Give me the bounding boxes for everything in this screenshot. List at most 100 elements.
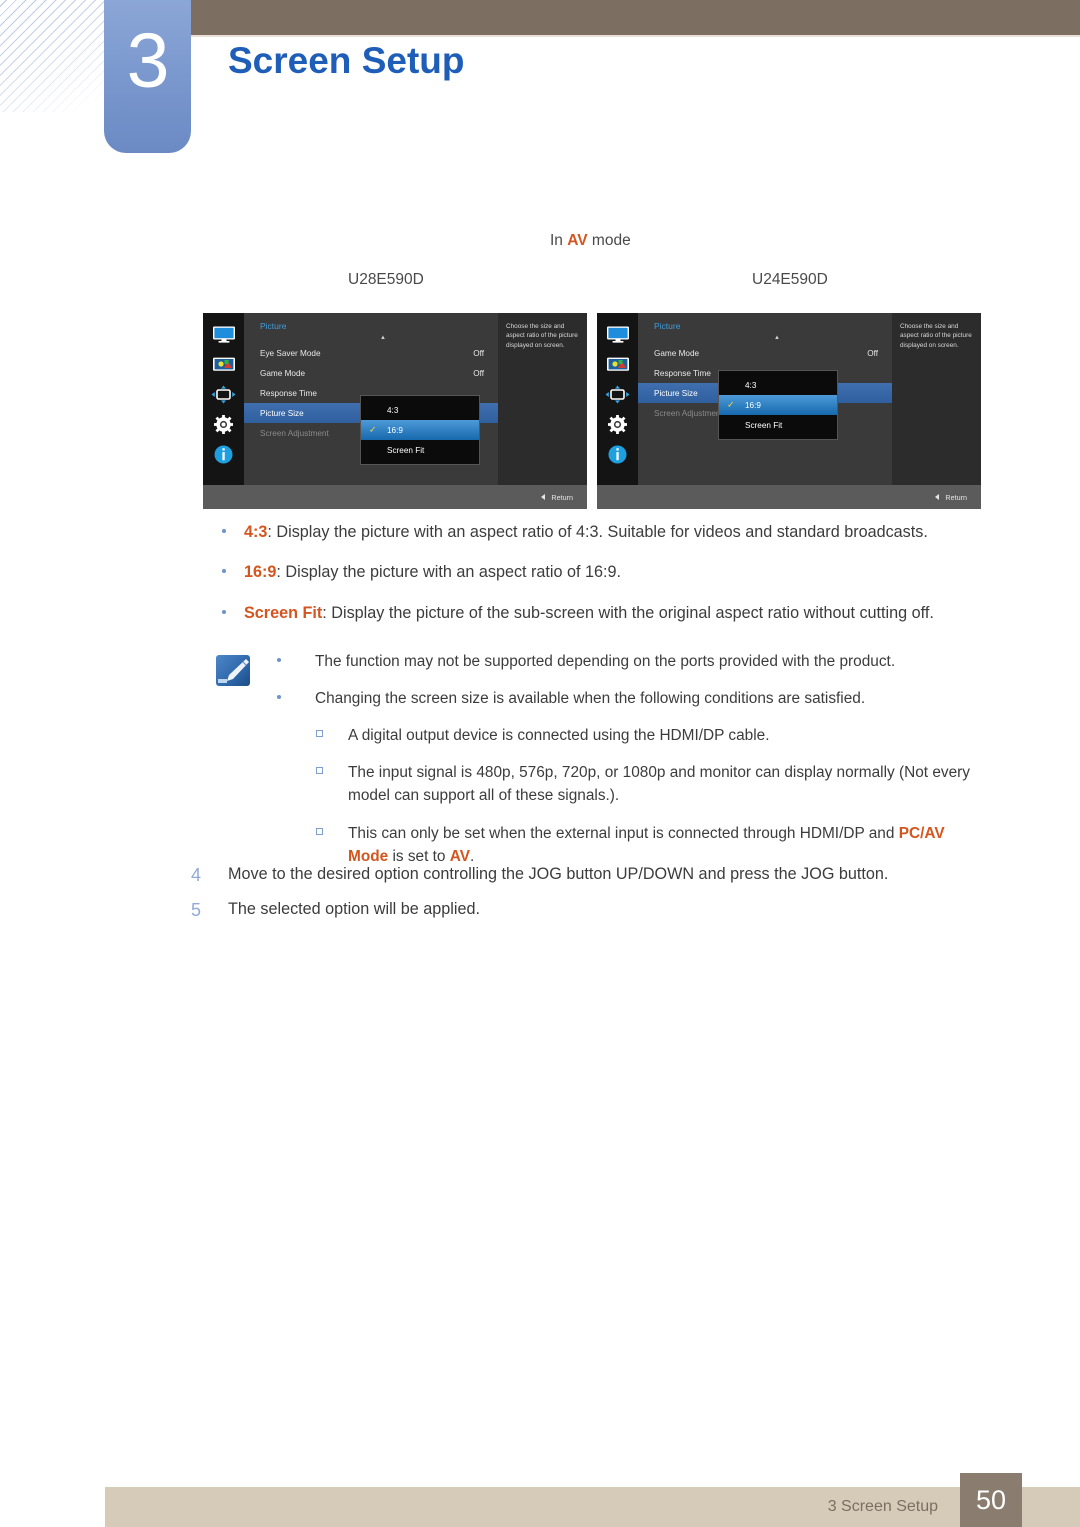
bullet-square-icon — [316, 827, 323, 835]
osd-popup-label: 4:3 — [745, 380, 757, 390]
osd-item-label: Game Mode — [260, 368, 306, 378]
information-icon[interactable] — [211, 445, 237, 464]
osd-popup-option-4-3[interactable]: 4:3 — [719, 375, 837, 395]
note-sub-item: This can only be set when the external i… — [0, 822, 1080, 868]
model-label-left: U28E590D — [348, 271, 424, 288]
osd-item-label: Response Time — [260, 388, 317, 398]
osd-footer: Return — [597, 485, 981, 509]
osd-popup-label: 4:3 — [387, 405, 399, 415]
picture-icon[interactable] — [605, 355, 631, 374]
osd-screenshot-right: Picture ▲ Game Mode Off Response Time Pi… — [597, 313, 981, 509]
document-page: 3 Screen Setup In AV mode U28E590D U24E5… — [0, 0, 1080, 1527]
osd-item-label: Picture Size — [654, 388, 698, 398]
checkmark-icon: ✓ — [727, 399, 735, 410]
list-item: Screen Fit: Display the picture of the s… — [0, 601, 1080, 625]
osd-footer: Return — [203, 485, 587, 509]
information-icon[interactable] — [605, 445, 631, 464]
bullet-dot-icon — [222, 609, 226, 614]
step-text: Move to the desired option controlling t… — [228, 865, 889, 883]
note-item: Changing the screen size is available wh… — [0, 687, 1080, 710]
step-number: 4 — [191, 865, 202, 885]
osd-popup-option-screen-fit[interactable]: Screen Fit — [719, 415, 837, 435]
osd-item-label: Screen Adjustment — [260, 428, 329, 438]
osd-item-label: Response Time — [654, 368, 711, 378]
option-text: : Display the picture with an aspect rat… — [276, 563, 622, 582]
osd-item-value: Off — [473, 348, 484, 358]
model-label-right: U24E590D — [752, 271, 828, 288]
av-mode-line: In AV mode — [550, 232, 631, 250]
header-underline — [191, 35, 1080, 37]
display-icon[interactable] — [605, 325, 631, 344]
return-arrow-icon — [935, 494, 940, 500]
osd-popup-label: Screen Fit — [745, 420, 783, 430]
option-term: Screen Fit — [244, 603, 323, 622]
osd-menu-item-eye-saver-mode[interactable]: Eye Saver Mode Off — [244, 343, 498, 363]
bullet-dot-icon — [277, 658, 281, 662]
av-prefix: In — [550, 232, 568, 249]
bullet-dot-icon — [277, 695, 281, 700]
note-text-pre: This can only be set when the external i… — [348, 824, 899, 842]
osd-item-label: Eye Saver Mode — [260, 348, 321, 358]
av-mode-term: AV — [567, 232, 588, 249]
page-number: 50 — [975, 1484, 1007, 1515]
osd-popup-label: 16:9 — [745, 400, 761, 410]
system-gear-icon[interactable] — [605, 415, 631, 434]
footer-chapter-label: 3 Screen Setup — [827, 1498, 938, 1515]
osd-popup-label: 16:9 — [387, 425, 403, 435]
step-item: 4 Move to the desired option controlling… — [0, 862, 1080, 887]
osd-description-panel: Choose the size and aspect ratio of the … — [892, 313, 981, 485]
header-brown-bar — [191, 0, 1080, 35]
picture-icon[interactable] — [211, 355, 237, 374]
system-gear-icon[interactable] — [211, 415, 237, 434]
chapter-number-badge: 3 — [104, 0, 191, 153]
option-text: : Display the picture of the sub-screen … — [322, 603, 934, 622]
note-sub-item: A digital output device is connected usi… — [0, 724, 1080, 747]
list-item: 16:9: Display the picture with an aspect… — [0, 560, 1080, 584]
scroll-up-caret-icon[interactable]: ▲ — [380, 335, 386, 341]
osd-item-value: Off — [867, 348, 878, 358]
list-item: 4:3: Display the picture with an aspect … — [0, 520, 1080, 544]
osd-menu-item-game-mode[interactable]: Game Mode Off — [244, 363, 498, 383]
osd-picture-size-popup: 4:3 ✓ 16:9 Screen Fit — [718, 370, 838, 440]
osd-menu-title: Picture — [654, 321, 681, 331]
option-term: 4:3 — [244, 523, 268, 541]
osd-popup-option-16-9[interactable]: ✓ 16:9 — [719, 395, 837, 415]
osd-item-label: Picture Size — [260, 408, 304, 418]
osd-return-label[interactable]: Return — [945, 493, 967, 502]
option-description-list: 4:3 : Display the picture with an aspect … — [0, 520, 1080, 641]
note-text: The function may not be supported depend… — [315, 653, 896, 670]
osd-description-panel: Choose the size and aspect ratio of the … — [498, 313, 587, 485]
note-text: Changing the screen size is available wh… — [315, 690, 866, 708]
screen-adjustment-icon[interactable] — [605, 385, 631, 404]
osd-body: Picture ▲ Eye Saver Mode Off Game Mode O… — [203, 313, 587, 485]
bullet-dot-icon — [222, 529, 226, 533]
note-item: The function may not be supported depend… — [0, 650, 1080, 673]
osd-menu-title: Picture — [260, 321, 287, 331]
note-text: A digital output device is connected usi… — [348, 727, 770, 745]
osd-body: Picture ▲ Game Mode Off Response Time Pi… — [597, 313, 981, 485]
osd-popup-option-16-9[interactable]: ✓ 16:9 — [361, 420, 479, 440]
note-sub-item: The input signal is 480p, 576p, 720p, or… — [0, 761, 1080, 807]
page-title: Screen Setup — [228, 40, 465, 81]
chapter-number: 3 — [126, 18, 170, 104]
step-item: 5 The selected option will be applied. — [0, 897, 1080, 922]
bullet-dot-icon — [222, 569, 226, 574]
screen-adjustment-icon[interactable] — [211, 385, 237, 404]
osd-icon-rail — [203, 313, 244, 485]
display-icon[interactable] — [211, 325, 237, 344]
checkmark-icon: ✓ — [369, 424, 377, 435]
osd-picture-size-popup: 4:3 ✓ 16:9 Screen Fit — [360, 395, 480, 465]
return-arrow-icon — [541, 494, 546, 500]
av-suffix: mode — [587, 232, 631, 249]
step-text: The selected option will be applied. — [228, 900, 480, 919]
osd-popup-option-4-3[interactable]: 4:3 — [361, 400, 479, 420]
note-text: The input signal is 480p, 576p, 720p, or… — [348, 764, 970, 805]
scroll-up-caret-icon[interactable]: ▲ — [774, 335, 780, 341]
osd-item-value: Off — [473, 368, 484, 378]
osd-popup-option-screen-fit[interactable]: Screen Fit — [361, 440, 479, 460]
osd-return-label[interactable]: Return — [551, 493, 573, 502]
option-term: 16:9 — [244, 563, 277, 582]
osd-item-label: Game Mode — [654, 348, 700, 358]
osd-item-label: Screen Adjustment — [654, 408, 723, 418]
osd-menu-item-game-mode[interactable]: Game Mode Off — [638, 343, 892, 363]
